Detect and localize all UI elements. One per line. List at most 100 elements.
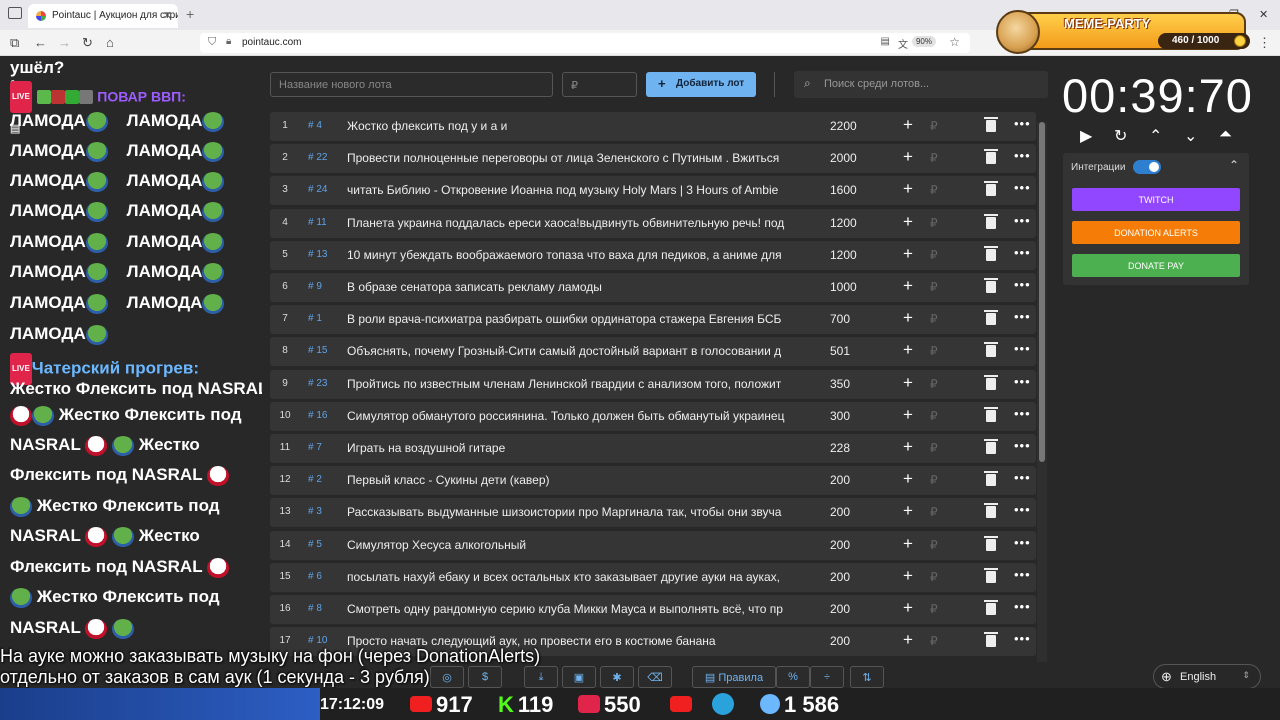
delete-icon[interactable] [984,310,998,326]
lot-amount[interactable]: 200 [830,634,850,648]
back-icon[interactable]: ← [34,35,47,50]
close-window-icon[interactable]: ✕ [1259,8,1268,21]
add-amount-icon[interactable]: + [903,373,913,393]
lot-row[interactable]: 12 # 2 Первый класс - Сукины дети (кавер) 2… [270,466,1036,496]
lot-add-input[interactable]: ₽ [930,280,938,294]
add-amount-icon[interactable]: + [903,630,913,650]
lot-row[interactable]: 7 # 1 В роли врача-психиатра разбирать оши… [270,305,1036,335]
more-icon[interactable]: ••• [1014,309,1031,324]
add-amount-icon[interactable]: + [903,469,913,489]
zoom-badge[interactable]: 90% [911,36,936,47]
add-amount-icon[interactable]: + [903,598,913,618]
delete-icon[interactable] [984,245,998,261]
more-icon[interactable]: ••• [1014,245,1031,260]
lot-add-input[interactable]: ₽ [930,216,938,230]
lot-add-input[interactable]: ₽ [930,634,938,648]
delete-icon[interactable] [984,342,998,358]
integrations-toggle[interactable] [1133,160,1161,174]
lot-row[interactable]: 4 # 11 Планета украина поддалась ереси хао… [270,208,1036,238]
lot-fast-id[interactable]: # 11 [308,217,327,228]
lot-name[interactable]: Играть на воздушной гитаре [347,441,809,455]
lot-amount-input[interactable]: ₽ [562,72,637,97]
shield-icon[interactable]: ⛉ [208,36,216,49]
add-amount-icon[interactable]: + [903,405,913,425]
lot-name[interactable]: читать Библию - Откровение Иоанна под му… [347,183,809,197]
lot-name[interactable]: Первый класс - Сукины дети (кавер) [347,473,809,487]
lot-add-input[interactable]: ₽ [930,119,938,133]
lot-name[interactable]: Объяснять, почему Грозный-Сити самый дос… [347,344,809,358]
add-amount-icon[interactable]: + [903,179,913,199]
lot-fast-id[interactable]: # 8 [308,603,322,614]
add-amount-icon[interactable]: + [903,534,913,554]
home-icon[interactable]: ⌂ [106,35,114,50]
lot-amount[interactable]: 1200 [830,216,857,230]
lock-icon[interactable]: 🔒︎ [226,36,231,47]
more-icon[interactable]: ••• [1014,438,1031,453]
lot-add-input[interactable]: ₽ [930,377,938,391]
lot-name[interactable]: Рассказывать выдуманные шизоистории про … [347,505,809,519]
delete-icon[interactable] [984,439,998,454]
lot-row[interactable]: 9 # 23 Пройтись по известным членам Ленинс… [270,369,1036,399]
lot-amount[interactable]: 200 [830,505,850,519]
lot-amount[interactable]: 700 [830,312,850,326]
double-up-icon[interactable]: ⏶ [1219,126,1232,144]
more-icon[interactable]: ••• [1014,277,1031,292]
scrollbar-thumb[interactable] [1039,122,1045,462]
lot-fast-id[interactable]: # 9 [308,281,322,292]
lot-name[interactable]: Жостко флексить под у и а и [347,119,809,133]
add-amount-icon[interactable]: + [903,244,913,264]
more-icon[interactable]: ••• [1014,502,1031,517]
address-bar[interactable]: ⛉ 🔒︎ pointauc.com ▤ 文 90% ☆ [200,33,970,53]
lot-name[interactable]: Симулятор Хесуса алкогольный [347,538,809,552]
lot-amount[interactable]: 200 [830,602,850,616]
add-amount-icon[interactable]: + [903,147,913,167]
twitch-button[interactable]: TWITCH [1072,188,1240,211]
bug-icon[interactable]: ✱ [600,666,634,688]
lot-add-input[interactable]: ₽ [930,505,938,519]
more-icon[interactable]: ••• [1014,599,1031,614]
lot-row[interactable]: 10 # 16 Симулятор обманутого россиянина. Т… [270,401,1036,431]
lot-add-input[interactable]: ₽ [930,570,938,584]
clear-icon[interactable]: ⌫ [638,666,672,688]
more-icon[interactable]: ••• [1014,631,1031,646]
close-tab-icon[interactable]: ✕ [163,9,172,22]
translate-icon[interactable]: 文 [898,36,908,51]
more-icon[interactable]: ••• [1014,116,1031,131]
lot-name[interactable]: В образе сенатора записать рекламу ламод… [347,280,809,294]
more-icon[interactable]: ••• [1014,470,1031,485]
delete-icon[interactable] [984,406,998,422]
add-amount-icon[interactable]: + [903,566,913,586]
new-tab-icon[interactable]: + [186,6,194,22]
menu-icon[interactable]: ⋮ [1258,35,1271,51]
lot-add-input[interactable]: ₽ [930,409,938,423]
lot-fast-id[interactable]: # 15 [308,345,327,356]
lot-name[interactable]: Пройтись по известным членам Ленинской г… [347,377,809,391]
lot-name[interactable]: В роли врача-психиатра разбирать ошибки … [347,312,809,326]
percent-button[interactable]: % [776,666,810,688]
delete-icon[interactable] [984,117,998,132]
donate-pay-button[interactable]: DONATE PAY [1072,254,1240,277]
lot-amount[interactable]: 1200 [830,248,857,262]
lot-name[interactable]: Симулятор обманутого россиянина. Только … [347,409,809,423]
lot-fast-id[interactable]: # 24 [308,184,327,195]
lot-amount[interactable]: 501 [830,344,850,358]
forward-icon[interactable]: → [58,35,71,50]
more-icon[interactable]: ••• [1014,180,1031,195]
lot-row[interactable]: 11 # 7 Играть на воздушной гитаре 228 + ₽ ••• [270,434,1036,463]
delete-icon[interactable] [984,535,998,551]
lot-amount[interactable]: 300 [830,409,850,423]
lot-add-input[interactable]: ₽ [930,151,938,165]
lot-add-input[interactable]: ₽ [930,538,938,552]
lot-name[interactable]: Провести полноценные переговоры от лица … [347,151,809,165]
lot-fast-id[interactable]: # 23 [308,378,327,389]
lot-row[interactable]: 14 # 5 Симулятор Хесуса алкогольный 200 + ₽ ••… [270,530,1036,560]
lot-row[interactable]: 1 # 4 Жостко флексить под у и а и 2200 + ₽ ••• [270,112,1036,141]
add-amount-icon[interactable]: + [903,437,913,457]
rules-button[interactable]: ▤ Правила [692,666,776,688]
delete-icon[interactable] [984,503,998,519]
delete-icon[interactable] [984,567,998,583]
lot-fast-id[interactable]: # 4 [308,120,322,131]
lot-row[interactable]: 16 # 8 Смотреть одну рандомную серию клуба… [270,595,1036,624]
lot-row[interactable]: 3 # 24 читать Библию - Откровение Иоанна п… [270,176,1036,206]
add-amount-icon[interactable]: + [903,308,913,328]
